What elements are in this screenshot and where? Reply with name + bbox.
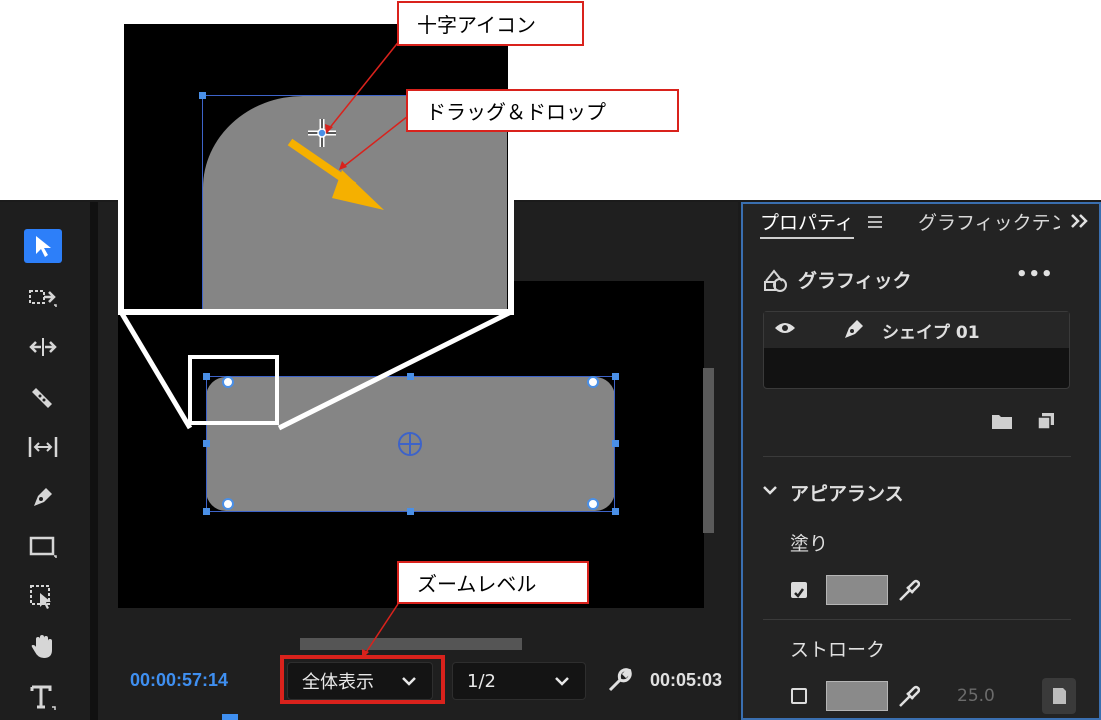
callout-crosshair: 十字アイコン (397, 1, 584, 46)
callout-zoom-level: ズームレベル (397, 561, 589, 604)
callout-drag-and-drop: ドラッグ＆ドロップ (406, 89, 679, 132)
